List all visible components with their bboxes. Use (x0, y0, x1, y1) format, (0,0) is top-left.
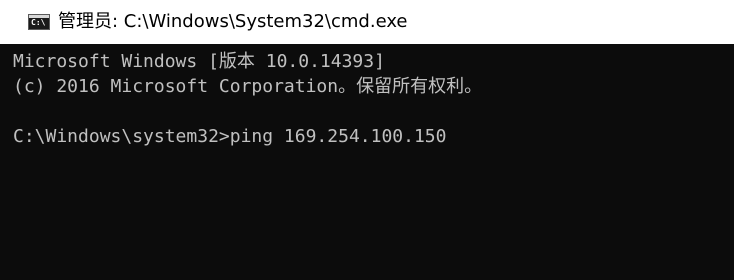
console-output-area[interactable]: Microsoft Windows [版本 10.0.14393] (c) 20… (0, 44, 734, 280)
title-bar[interactable]: C:\ 管理员: C:\Windows\System32\cmd.exe (0, 0, 734, 44)
console-command-prompt[interactable]: C:\Windows\system32>ping 169.254.100.150 (13, 125, 446, 149)
cmd-console-icon[interactable]: C:\ (28, 14, 50, 30)
cmd-window: C:\ 管理员: C:\Windows\System32\cmd.exe Mic… (0, 0, 734, 280)
window-title: 管理员: C:\Windows\System32\cmd.exe (58, 11, 408, 32)
console-line-version: Microsoft Windows [版本 10.0.14393] (13, 51, 385, 72)
console-line-copyright: (c) 2016 Microsoft Corporation。保留所有权利。 (13, 76, 483, 97)
icon-prompt-glyph: C:\ (31, 18, 46, 27)
